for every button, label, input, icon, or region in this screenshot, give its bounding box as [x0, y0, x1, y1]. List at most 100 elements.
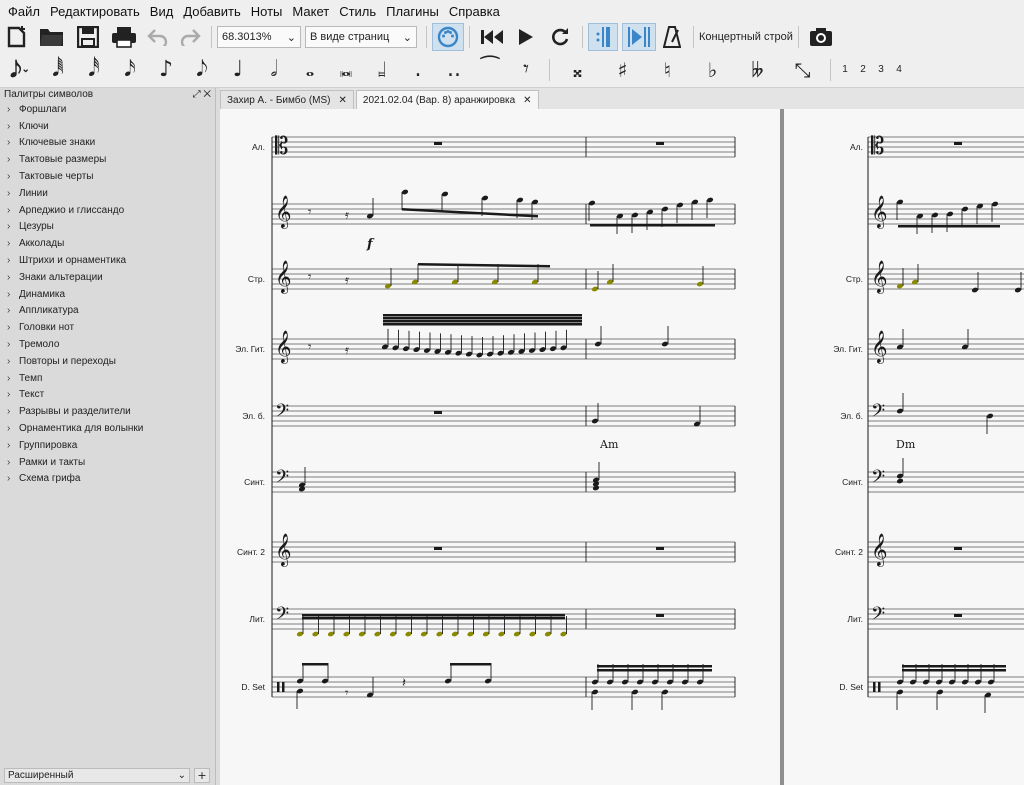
palette-item[interactable]: › Текст — [0, 387, 215, 404]
zoom-select[interactable]: 68.3013% ⌄ — [217, 26, 301, 48]
quarter-note-icon[interactable]: ♩ — [220, 55, 256, 85]
tie-icon[interactable]: ⁀ — [472, 55, 508, 85]
close-icon[interactable]: ✕ — [523, 95, 531, 106]
whole-note-icon[interactable]: 𝅝 — [292, 55, 328, 85]
palette-item[interactable]: › Орнаментика для волынки — [0, 420, 215, 437]
palette-item[interactable]: › Цезуры — [0, 219, 215, 236]
midi-input-icon[interactable] — [432, 23, 464, 51]
dot-icon[interactable]: . — [400, 55, 436, 85]
palette-item-label: Ключи — [19, 120, 49, 132]
palette-item[interactable]: › Темп — [0, 370, 215, 387]
palette-item[interactable]: › Аппликатура — [0, 303, 215, 320]
bass-clef: 𝄢 — [275, 604, 289, 629]
view-mode-select[interactable]: В виде страниц ⌄ — [305, 26, 417, 48]
instrument-name: D. Set — [241, 682, 265, 692]
tab-label: Захир А. - Бимбо (MS) — [227, 94, 331, 106]
eighth-note-alt-icon[interactable]: 𝅘𝅥𝅮 — [184, 55, 220, 85]
palette-item[interactable]: › Рамки и такты — [0, 454, 215, 471]
chevron-down-icon: ⌄ — [286, 31, 296, 44]
rewind-icon[interactable] — [475, 24, 509, 50]
concert-pitch-toggle[interactable]: Концертный строй — [699, 31, 793, 43]
score-pages[interactable]: 𝄡 Ал. 𝄞 𝄞 Стр. 𝄞 Эл. Гит. 𝄢 Эл. б. 𝄢 Синт. 𝄞 Синт. 2… — [220, 109, 1024, 785]
menu-layout[interactable]: Макет — [288, 4, 333, 19]
loop-in-icon[interactable] — [588, 23, 618, 51]
menu-style[interactable]: Стиль — [335, 4, 380, 19]
whole-rest — [954, 547, 962, 550]
camera-icon[interactable] — [804, 24, 838, 50]
menu-notes[interactable]: Ноты — [247, 4, 287, 19]
natural-icon[interactable]: ♮ — [645, 55, 690, 85]
play-icon[interactable] — [509, 24, 543, 50]
metronome-icon[interactable] — [656, 24, 688, 50]
palette-item[interactable]: › Повторы и переходы — [0, 353, 215, 370]
print-icon[interactable] — [106, 24, 142, 50]
play-repeats-icon[interactable] — [622, 23, 656, 51]
palette-title: Палитры символов — [4, 89, 94, 100]
palette-item[interactable]: › Динамика — [0, 286, 215, 303]
eighth-note-icon[interactable]: ♪ — [148, 55, 184, 85]
tab-score-2[interactable]: 2021.02.04 (Вар. 8) аранжировка ✕ — [355, 90, 539, 109]
palette-item[interactable]: › Головки нот — [0, 319, 215, 336]
save-icon[interactable] — [70, 24, 106, 50]
close-icon[interactable]: ✕ — [339, 95, 347, 106]
chevron-right-icon: › — [7, 204, 11, 216]
flat-icon[interactable]: ♭ — [690, 55, 735, 85]
thirtysecond-note-icon[interactable]: 𝅘𝅥𝅰 — [76, 55, 112, 85]
palette-item[interactable]: › Линии — [0, 185, 215, 202]
menu-edit[interactable]: Редактировать — [46, 4, 144, 19]
chevron-right-icon: › — [7, 154, 11, 166]
rest-icon[interactable]: 𝄾 — [508, 55, 544, 85]
menu-plugins[interactable]: Плагины — [382, 4, 443, 19]
menu-file[interactable]: Файл — [4, 4, 44, 19]
sharp-icon[interactable]: ♯ — [600, 55, 645, 85]
double-sharp-icon[interactable]: 𝄪 — [555, 55, 600, 85]
workspace-select[interactable]: Расширенный ⌄ — [4, 768, 190, 783]
loop-icon[interactable] — [543, 24, 577, 50]
redo-icon[interactable] — [174, 24, 206, 50]
percussion-clef — [277, 682, 280, 692]
palette-item[interactable]: › Тремоло — [0, 336, 215, 353]
sixteenth-note-icon[interactable]: 𝅘𝅥𝅯 — [112, 55, 148, 85]
palette-item[interactable]: › Ключевые знаки — [0, 135, 215, 152]
undo-icon[interactable] — [142, 24, 174, 50]
palette-item[interactable]: › Тактовые размеры — [0, 151, 215, 168]
tab-score-1[interactable]: Захир А. - Бимбо (MS) ✕ — [220, 90, 354, 109]
palette-item[interactable]: › Тактовые черты — [0, 168, 215, 185]
voice-4-button[interactable]: 4 — [890, 64, 908, 75]
menu-add[interactable]: Добавить — [179, 4, 244, 19]
palette-item[interactable]: › Штрихи и орнаментика — [0, 252, 215, 269]
voice-2-button[interactable]: 2 — [854, 64, 872, 75]
palette-item[interactable]: › Знаки альтерации — [0, 269, 215, 286]
palette-item[interactable]: › Арпеджио и глиссандо — [0, 202, 215, 219]
breve-icon[interactable]: 𝅜 — [328, 55, 364, 85]
open-folder-icon[interactable] — [34, 24, 70, 50]
beam — [383, 314, 582, 317]
palette-item[interactable]: › Разрывы и разделители — [0, 403, 215, 420]
chevron-right-icon: › — [7, 406, 11, 418]
whole-rest — [954, 142, 962, 145]
menu-help[interactable]: Справка — [445, 4, 504, 19]
longa-icon[interactable]: 𝆷 — [364, 55, 400, 85]
voice-1-button[interactable]: 1 — [836, 64, 854, 75]
palette-item[interactable]: › Схема грифа — [0, 471, 215, 488]
add-workspace-button[interactable]: + — [194, 768, 210, 783]
sixtyfourth-note-icon[interactable]: 𝅘𝅥𝅱 — [40, 55, 76, 85]
toolbar-separator — [693, 26, 694, 48]
beam — [383, 317, 582, 320]
score-canvas[interactable]: 𝄡 Ал. 𝄞 𝄞 Стр. 𝄞 Эл. Гит. 𝄢 Эл. б. 𝄢 Синт. 𝄞 Синт. 2… — [220, 109, 1024, 785]
double-dot-icon[interactable]: .. — [436, 55, 472, 85]
new-score-icon[interactable] — [0, 24, 34, 50]
float-panel-icon[interactable]: ⤢ — [193, 89, 201, 100]
double-flat-icon[interactable]: 𝄫 — [735, 55, 780, 85]
flip-direction-icon[interactable]: ⤡ — [780, 55, 825, 85]
voice-3-button[interactable]: 3 — [872, 64, 890, 75]
half-note-icon[interactable]: 𝅗𝅥 — [256, 55, 292, 85]
palette-item[interactable]: › Группировка — [0, 437, 215, 454]
palette-item[interactable]: › Акколады — [0, 235, 215, 252]
note-input-mode-icon[interactable]: 𝅘𝅥𝅮 ⌄ — [0, 57, 40, 83]
rest: 𝄽 — [402, 676, 406, 691]
palette-item[interactable]: › Форшлаги — [0, 101, 215, 118]
palette-item[interactable]: › Ключи — [0, 118, 215, 135]
menu-view[interactable]: Вид — [146, 4, 178, 19]
close-icon[interactable]: ✕ — [203, 89, 211, 100]
